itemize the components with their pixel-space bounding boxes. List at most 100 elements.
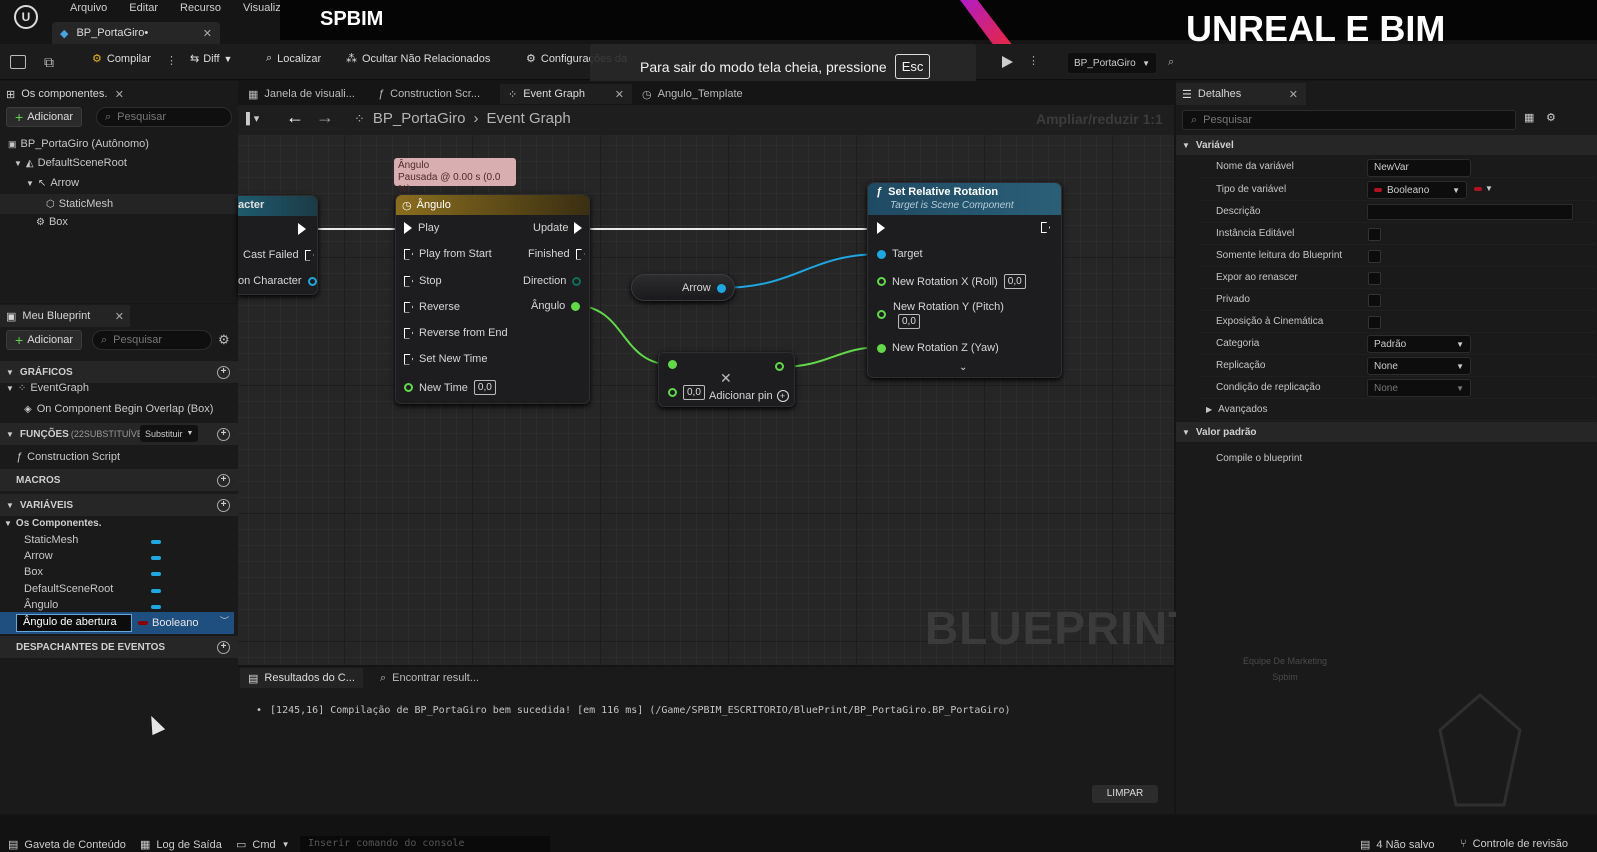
tab-event-graph[interactable]: ⁘ Event Graph ✕ <box>500 84 632 104</box>
readonly-checkbox[interactable] <box>1368 250 1381 263</box>
tab-timeline[interactable]: ◷ Angulo_Template <box>634 84 751 104</box>
set-rotation-exec-in[interactable] <box>877 222 885 234</box>
gear-icon[interactable]: ⚙ <box>1546 111 1556 124</box>
pin-rotation-y[interactable] <box>877 310 886 319</box>
close-icon[interactable]: ✕ <box>615 88 624 101</box>
cast-exec-out[interactable] <box>298 223 306 235</box>
math-output[interactable] <box>775 362 784 371</box>
add-variable-icon[interactable]: + <box>217 498 230 512</box>
close-icon[interactable]: ✕ <box>203 27 212 40</box>
section-graphs[interactable]: ▼ GRÁFICOS + <box>0 361 238 383</box>
unsaved-indicator[interactable]: ▤ 4 Não salvo <box>1360 838 1435 852</box>
pin-target[interactable]: Target <box>877 248 923 260</box>
pin-new-time[interactable]: New Time 0,0 <box>404 380 496 395</box>
components-tab[interactable]: ⊞ Os componentes. ✕ <box>0 83 130 105</box>
private-checkbox[interactable] <box>1368 294 1381 307</box>
variable-type-label[interactable]: Booleano <box>152 617 199 629</box>
debug-filter-icon[interactable]: ⌕ <box>1168 56 1174 69</box>
document-tab[interactable]: ◆ BP_PortaGiro• ✕ <box>52 22 220 44</box>
pin-update[interactable]: Update <box>533 222 583 234</box>
compile-options-icon[interactable]: ⋮ <box>166 54 177 67</box>
variable-name-field[interactable]: NewVar <box>1367 159 1471 177</box>
chevron-down-icon[interactable]: ︶ <box>220 614 229 627</box>
tab-find-results[interactable]: ⌕ Encontrar result... <box>372 668 487 688</box>
table-view-icon[interactable]: ▦ <box>1524 111 1534 124</box>
add-function-icon[interactable]: + <box>217 427 230 441</box>
replication-dropdown[interactable]: None ▼ <box>1367 357 1471 375</box>
variable-item-angulo[interactable]: Ângulo <box>24 599 58 611</box>
pin-play-from-start[interactable]: Play from Start <box>404 248 492 260</box>
pin-finished[interactable]: Finished <box>528 248 585 260</box>
pin-rotation-x[interactable]: New Rotation X (Roll) 0,0 <box>877 274 1026 289</box>
variable-type-dropdown[interactable]: Booleano ▼ <box>1367 181 1467 199</box>
tree-item-box[interactable]: ⚙ Box <box>36 216 68 228</box>
browse-icon[interactable]: ⧉ <box>44 54 54 71</box>
variable-group-components[interactable]: ▼ Os Componentes. <box>4 518 102 529</box>
close-icon[interactable]: ✕ <box>115 88 124 101</box>
play-options-icon[interactable]: ⋮ <box>1028 54 1039 67</box>
event-item-overlap[interactable]: ◈ On Component Begin Overlap (Box) <box>24 403 213 415</box>
variable-item-staticmesh[interactable]: StaticMesh <box>24 534 78 546</box>
components-search[interactable]: ⌕ Pesquisar <box>96 107 232 127</box>
clear-button[interactable]: LIMPAR <box>1092 785 1158 803</box>
section-functions[interactable]: ▼ FUNÇÕES (22SUBSTITUÍVEL) Substituir ▼ … <box>0 423 238 445</box>
cinematic-checkbox[interactable] <box>1368 316 1381 329</box>
add-component-button[interactable]: + Adicionar <box>6 107 83 127</box>
description-field[interactable] <box>1367 204 1573 220</box>
replication-condition-dropdown[interactable]: None ▼ <box>1367 379 1471 397</box>
rotation-y-input[interactable]: 0,0 <box>898 314 920 329</box>
menu-arquivo[interactable]: Arquivo <box>70 2 107 14</box>
pin-reverse[interactable]: Reverse <box>404 301 460 313</box>
details-section-variable[interactable]: ▼ Variável <box>1176 135 1597 155</box>
gear-icon[interactable]: ⚙ <box>218 332 230 348</box>
rotation-x-input[interactable]: 0,0 <box>1003 274 1026 289</box>
section-macros[interactable]: MACROS + <box>0 469 238 491</box>
debug-object-select[interactable]: BP_PortaGiro ▼ <box>1068 53 1156 73</box>
arrow-variable-pin[interactable]: Arrow <box>682 282 726 294</box>
my-blueprint-search[interactable]: ⌕ Pesquisar <box>92 330 212 350</box>
close-icon[interactable]: ✕ <box>115 310 124 323</box>
variable-item-arrow[interactable]: Arrow <box>24 550 53 562</box>
details-search[interactable]: ⌕ Pesquisar <box>1182 110 1516 130</box>
math-input-b-value[interactable]: 0,0 <box>683 385 705 400</box>
math-input-b[interactable]: 0,0 <box>668 385 705 400</box>
override-dropdown[interactable]: Substituir ▼ <box>140 425 199 442</box>
instance-editable-checkbox[interactable] <box>1368 228 1381 241</box>
category-dropdown[interactable]: Padrão ▼ <box>1367 335 1471 353</box>
tree-item-staticmesh[interactable]: ⬡ StaticMesh <box>0 194 238 214</box>
play-icon[interactable] <box>1002 56 1013 68</box>
tab-viewport[interactable]: ▦ Janela de visuali... <box>240 84 363 104</box>
tree-item-defaultsceneroot[interactable]: ▼ ◭ DefaultSceneRoot <box>14 157 127 169</box>
tree-item-root[interactable]: ▣ BP_PortaGiro (Autônomo) <box>8 138 149 150</box>
variable-name-input[interactable]: Ângulo de abertura <box>16 614 132 632</box>
variable-item-defaultsceneroot[interactable]: DefaultSceneRoot <box>24 583 113 595</box>
cmd-dropdown[interactable]: ▭ Cmd ▼ <box>236 838 290 852</box>
expose-spawn-checkbox[interactable] <box>1368 272 1381 285</box>
menu-editar[interactable]: Editar <box>129 2 158 14</box>
find-button[interactable]: ⌕ Localizar <box>266 52 321 65</box>
content-drawer-button[interactable]: ▤ Gaveta de Conteúdo <box>8 838 126 852</box>
graph-item-eventgraph[interactable]: ▼ ⁘ EventGraph <box>6 382 89 394</box>
breadcrumb-bp[interactable]: BP_PortaGiro <box>373 110 466 127</box>
pin-rotation-z[interactable]: New Rotation Z (Yaw) <box>877 342 999 354</box>
graph-options-icon[interactable]: ▌▾ <box>246 112 259 125</box>
function-item-construction[interactable]: ƒ Construction Script <box>16 451 120 463</box>
compile-button[interactable]: ⚙ Compilar <box>92 52 151 66</box>
pin-direction[interactable]: Direction <box>523 275 582 287</box>
row-advanced[interactable]: ▶ Avançados <box>1198 399 1596 421</box>
console-input[interactable]: Inserir comando do console <box>300 836 550 852</box>
pin-stop[interactable]: Stop <box>404 275 442 287</box>
add-macro-icon[interactable]: + <box>217 473 230 487</box>
hide-unrelated-button[interactable]: ⁂ Ocultar Não Relacionados <box>346 52 490 66</box>
unreal-logo[interactable]: U <box>14 5 38 29</box>
pin-reverse-from-end[interactable]: Reverse from End <box>404 327 508 339</box>
cast-failed-pin[interactable]: Cast Failed <box>243 249 314 261</box>
add-pin-button[interactable]: Adicionar pin + <box>709 390 789 402</box>
tab-construction-script[interactable]: ƒ Construction Scr... <box>370 84 488 104</box>
pin-angulo-out[interactable]: Ângulo <box>531 300 581 312</box>
save-icon[interactable] <box>10 55 26 69</box>
tab-compiler-results[interactable]: ▤ Resultados do C... <box>240 668 363 688</box>
math-input-a[interactable] <box>668 360 677 369</box>
add-dispatcher-icon[interactable]: + <box>217 640 230 654</box>
container-type-dropdown[interactable]: ▼ <box>1474 184 1493 193</box>
